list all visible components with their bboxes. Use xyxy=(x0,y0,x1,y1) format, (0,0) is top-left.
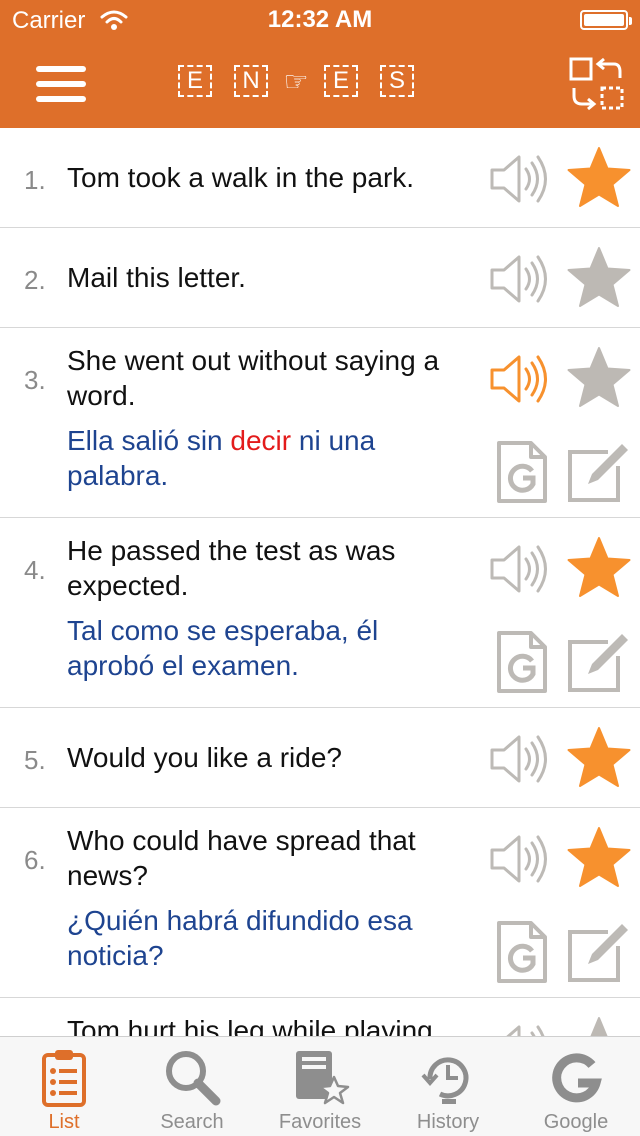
list-item[interactable]: 3. She went out without saying a word. E… xyxy=(0,328,640,518)
spanish-translation: Tal como se esperaba, él aprobó el exame… xyxy=(67,615,379,681)
list-item[interactable]: 4. He passed the test as was expected. T… xyxy=(0,518,640,708)
source-lang-letter-2: N xyxy=(234,65,268,97)
clipboard-list-icon xyxy=(42,1050,86,1107)
tab-favorites[interactable]: Favorites xyxy=(256,1037,384,1136)
star-icon[interactable] xyxy=(566,146,632,210)
target-lang-letter-1: E xyxy=(324,65,358,97)
tab-label: Search xyxy=(160,1111,224,1133)
google-translate-icon[interactable] xyxy=(496,630,548,694)
battery-icon xyxy=(580,10,632,30)
tab-label: History xyxy=(416,1111,480,1133)
star-icon[interactable] xyxy=(566,246,632,310)
language-pair[interactable]: E N ☞ E S xyxy=(178,64,414,98)
star-icon[interactable] xyxy=(566,726,632,790)
tab-list[interactable]: List xyxy=(0,1037,128,1136)
english-sentence: Tom took a walk in the park. xyxy=(67,162,415,193)
english-sentence: Who could have spread that news? xyxy=(67,825,416,891)
spanish-translation: ¿Quién habrá difundido esa noticia? xyxy=(67,905,413,971)
speaker-icon[interactable] xyxy=(488,253,552,305)
speaker-icon[interactable] xyxy=(488,1023,552,1036)
english-sentence: Tom hurt his leg while playing xyxy=(67,1015,433,1036)
list-item[interactable]: 6. Who could have spread that news? ¿Qui… xyxy=(0,808,640,998)
pointing-hand-icon: ☞ xyxy=(283,65,309,97)
history-clock-icon xyxy=(421,1057,469,1104)
item-number: 6. xyxy=(24,845,46,875)
menu-button[interactable] xyxy=(30,62,90,106)
app-header: Carrier 12:32 AM E N ☞ E S xyxy=(0,0,640,128)
list-item[interactable]: 2. Mail this letter. xyxy=(0,228,640,328)
english-sentence: Would you like a ride? xyxy=(67,742,342,773)
sentence-list[interactable]: 1. Tom took a walk in the park. 2. Mail … xyxy=(0,128,640,1036)
spanish-translation: Ella salió sin decir ni una palabra. xyxy=(67,425,376,491)
magnifier-icon xyxy=(166,1051,221,1106)
google-g-icon xyxy=(552,1053,602,1103)
tab-label: List xyxy=(48,1111,80,1133)
speaker-icon[interactable] xyxy=(488,733,552,785)
english-sentence: He passed the test as was expected. xyxy=(67,535,396,601)
edit-icon[interactable] xyxy=(566,630,632,694)
star-icon[interactable] xyxy=(566,346,632,410)
star-icon[interactable] xyxy=(566,1016,632,1036)
tab-label: Google xyxy=(543,1111,609,1133)
speaker-icon[interactable] xyxy=(488,543,552,595)
item-number: 2. xyxy=(24,265,46,295)
speaker-icon[interactable] xyxy=(488,353,552,405)
tab-label: Favorites xyxy=(278,1111,362,1133)
item-number: 5. xyxy=(24,745,46,775)
edit-icon[interactable] xyxy=(566,440,632,504)
google-translate-icon[interactable] xyxy=(496,440,548,504)
list-item[interactable]: Tom hurt his leg while playing xyxy=(0,998,640,1036)
tab-history[interactable]: History xyxy=(384,1037,512,1136)
item-number: 1. xyxy=(24,165,46,195)
target-lang-letter-2: S xyxy=(380,65,414,97)
star-icon[interactable] xyxy=(566,826,632,890)
tab-google[interactable]: Google xyxy=(512,1037,640,1136)
tab-bar: List Search Favorites History Google xyxy=(0,1036,640,1136)
favorites-book-icon xyxy=(296,1051,350,1105)
highlighted-word: decir xyxy=(230,425,292,456)
google-translate-icon[interactable] xyxy=(496,920,548,984)
list-item[interactable]: 1. Tom took a walk in the park. xyxy=(0,128,640,228)
speaker-icon[interactable] xyxy=(488,833,552,885)
list-item[interactable]: 5. Would you like a ride? xyxy=(0,708,640,808)
star-icon[interactable] xyxy=(566,536,632,600)
item-number: 3. xyxy=(24,365,46,395)
item-number: 4. xyxy=(24,555,46,585)
speaker-icon[interactable] xyxy=(488,153,552,205)
tab-search[interactable]: Search xyxy=(128,1037,256,1136)
swap-languages-icon[interactable] xyxy=(568,56,626,112)
source-lang-letter-1: E xyxy=(178,65,212,97)
clock: 12:32 AM xyxy=(267,6,373,33)
status-bar: Carrier 12:32 AM xyxy=(0,0,640,40)
english-sentence: She went out without saying a word. xyxy=(67,345,440,411)
english-sentence: Mail this letter. xyxy=(67,262,246,293)
edit-icon[interactable] xyxy=(566,920,632,984)
